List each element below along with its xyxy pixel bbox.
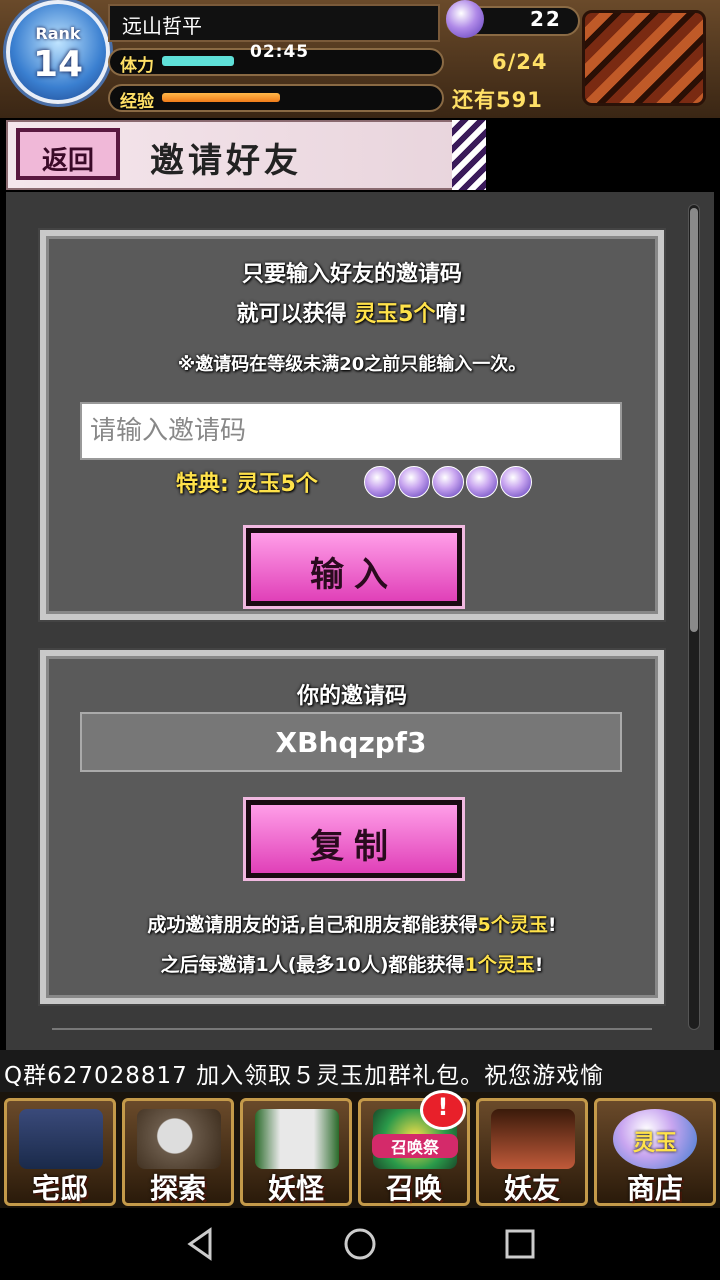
stamina-fill [162, 56, 234, 66]
gem-icon [364, 466, 396, 498]
nav-mansion[interactable]: 宅邸 [4, 1098, 116, 1206]
treasure-chest-icon[interactable] [582, 10, 706, 106]
recents-square-icon[interactable] [502, 1226, 538, 1262]
back-button[interactable]: 返回 [16, 128, 120, 180]
exp-remaining: 还有591 [452, 88, 543, 112]
banner-stripe-decoration [452, 120, 486, 190]
my-code-label: 你的邀请码 [296, 684, 407, 709]
gem-orb-icon: 灵玉 [613, 1109, 697, 1169]
gem-icon [446, 0, 484, 38]
exp-label: 经验 [120, 92, 154, 112]
nav-shop-label: 商店 [626, 1172, 683, 1205]
stamina-count: 6/24 [492, 50, 548, 74]
intro-line-2-pre: 就可以获得 [236, 302, 347, 327]
bonus-text: 特典: 灵玉5个 [176, 466, 318, 498]
reward-line-1: 成功邀请朋友的话,自己和朋友都能获得5个灵玉! [40, 910, 664, 937]
intro-line-2-highlight: 灵玉5个 [354, 302, 436, 327]
gem-icon [398, 466, 430, 498]
reward-line-1-highlight: 5个灵玉 [477, 914, 548, 936]
nav-mansion-label: 宅邸 [31, 1172, 88, 1205]
submit-code-button[interactable]: 输入 [246, 528, 462, 606]
rank-badge[interactable]: Rank 14 [6, 0, 110, 104]
back-button-label: 返回 [41, 146, 94, 176]
nav-shop[interactable]: 灵玉 商店 [594, 1098, 716, 1206]
submit-code-button-label: 输入 [310, 555, 398, 595]
rank-value: 14 [32, 44, 84, 85]
fox-girl-icon [491, 1109, 575, 1169]
divider [52, 1028, 652, 1030]
nav-yokai-label: 妖怪 [267, 1172, 324, 1205]
reward-line-2-highlight: 1个灵玉 [464, 954, 535, 976]
reward-line-1-post: ! [547, 914, 557, 936]
copy-button[interactable]: 复制 [246, 800, 462, 878]
exp-fill [162, 93, 280, 102]
gem-icon [432, 466, 464, 498]
nav-friends[interactable]: 妖友 [476, 1098, 588, 1206]
nav-summon-label: 召唤 [385, 1172, 442, 1205]
ticker-text: Q群627028817 加入领取５灵玉加群礼包。祝您游戏愉 [4, 1063, 605, 1089]
my-code-value: XBhqzpf3 [80, 712, 622, 772]
shop-icon-text: 灵玉 [632, 1131, 677, 1156]
scroll-icon [255, 1109, 339, 1169]
magnifier-icon [137, 1109, 221, 1169]
reward-line-2-post: ! [534, 954, 544, 976]
nav-yokai[interactable]: 妖怪 [240, 1098, 352, 1206]
reward-line-2-pre: 之后每邀请1人(最多10人)都能获得 [160, 954, 465, 976]
summon-festival-tag: 召唤祭 [372, 1134, 458, 1158]
gem-count: 22 [530, 7, 562, 31]
summon-alert-badge: ! [420, 1090, 466, 1130]
invite-note: ※邀请码在等级未满20之前只能输入一次。 [177, 354, 527, 375]
invite-code-input[interactable] [80, 402, 622, 460]
stamina-timer: 02:45 [250, 42, 310, 62]
nav-explore[interactable]: 探索 [122, 1098, 234, 1206]
bonus-value: 灵玉5个 [236, 472, 318, 497]
reward-line-2: 之后每邀请1人(最多10人)都能获得1个灵玉! [40, 950, 664, 977]
scrollbar-thumb[interactable] [690, 208, 698, 632]
nav-friends-label: 妖友 [503, 1172, 560, 1205]
reward-line-1-pre: 成功邀请朋友的话,自己和朋友都能获得 [147, 914, 478, 936]
intro-line-2: 就可以获得 灵玉5个唷! [40, 296, 664, 328]
bonus-label: 特典: [176, 472, 229, 497]
copy-button-label: 复制 [310, 827, 398, 867]
mansion-icon [19, 1109, 103, 1169]
nav-explore-label: 探索 [149, 1172, 206, 1205]
player-name: 远山哲平 [122, 14, 202, 38]
intro-line-2-post: 唷! [435, 302, 468, 327]
intro-line-1: 只要输入好友的邀请码 [241, 262, 462, 287]
gem-icon [466, 466, 498, 498]
back-triangle-icon[interactable] [182, 1226, 218, 1262]
home-circle-icon[interactable] [342, 1226, 378, 1262]
rank-label: Rank [35, 24, 81, 43]
stamina-label: 体力 [120, 56, 154, 76]
gem-icon [500, 466, 532, 498]
page-title: 邀请好友 [150, 141, 302, 181]
